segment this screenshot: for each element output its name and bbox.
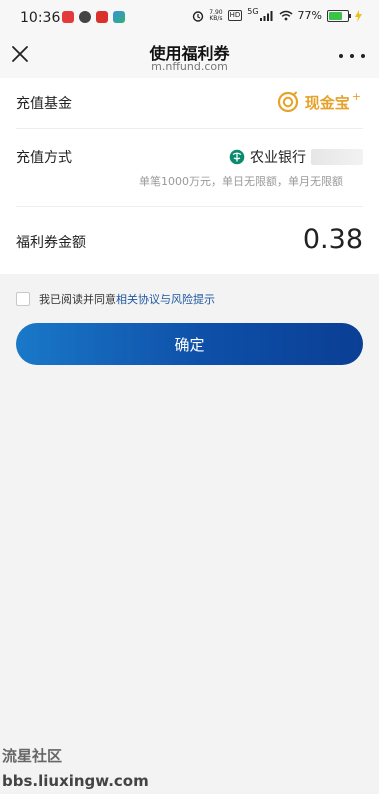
net-speed: 7.90 KB/s bbox=[209, 9, 223, 22]
watermark-url: bbs.liuxingw.com bbox=[2, 772, 149, 790]
notification-icons bbox=[62, 11, 125, 23]
coupon-amount: 0.38 bbox=[302, 224, 363, 255]
agreement-prefix: 我已阅读并同意 bbox=[39, 293, 116, 306]
divider bbox=[16, 206, 363, 207]
divider bbox=[16, 128, 363, 129]
wechat-icon bbox=[79, 11, 91, 23]
status-time: 10:36 bbox=[20, 10, 61, 26]
agreement-checkbox[interactable] bbox=[16, 292, 30, 306]
signal-icon bbox=[259, 11, 273, 21]
status-right: 7.90 KB/s HD 5G 77% bbox=[192, 7, 363, 22]
recharge-form-card: 充值基金 现金宝 + 充值方式 农业银行 单笔1000万元，单日无限额，单月无限… bbox=[0, 78, 379, 274]
abc-bank-icon bbox=[229, 149, 245, 165]
fund-label: 充值基金 bbox=[16, 96, 72, 112]
status-bar: 10:36 7.90 KB/s HD 5G 77% bbox=[0, 0, 379, 36]
hd-badge: HD bbox=[227, 10, 243, 21]
watermark-title: 流星社区 bbox=[2, 747, 63, 765]
fund-selector[interactable]: 现金宝 + bbox=[277, 89, 361, 113]
gallery-icon bbox=[113, 11, 125, 23]
page-url: m.nffund.com bbox=[151, 60, 228, 73]
battery-icon bbox=[327, 9, 351, 22]
agreement-row: 我已阅读并同意相关协议与风险提示 bbox=[16, 291, 215, 307]
net-speed-unit: KB/s bbox=[209, 14, 223, 22]
agreement-text: 我已阅读并同意相关协议与风险提示 bbox=[39, 291, 215, 307]
app-icon-red bbox=[62, 11, 74, 23]
fund-name: 现金宝 bbox=[304, 93, 350, 112]
more-dot bbox=[350, 54, 354, 58]
alarm-icon bbox=[193, 10, 204, 22]
payment-method-selector[interactable]: 农业银行 bbox=[229, 147, 363, 167]
more-dot bbox=[361, 54, 365, 58]
nav-bar: 使用福利券 m.nffund.com bbox=[0, 36, 379, 78]
bank-name: 农业银行 bbox=[250, 150, 306, 166]
amount-label: 福利券金额 bbox=[16, 235, 86, 251]
method-label: 充值方式 bbox=[16, 150, 72, 166]
more-dot bbox=[339, 54, 343, 58]
bank-limit: 单笔1000万元，单日无限额，单月无限额 bbox=[139, 175, 343, 188]
cash-treasure-icon bbox=[277, 91, 298, 113]
battery-level bbox=[329, 11, 343, 20]
bank-card-number-masked bbox=[311, 149, 363, 165]
confirm-button[interactable]: 确定 bbox=[16, 323, 363, 365]
confirm-button-label: 确定 bbox=[174, 335, 205, 354]
app-icon-red2 bbox=[96, 11, 108, 23]
charging-icon bbox=[355, 9, 362, 22]
more-icon[interactable] bbox=[339, 46, 365, 66]
wifi-icon bbox=[279, 10, 293, 21]
battery-percent: 77% bbox=[297, 9, 322, 22]
fund-plus-mark: + bbox=[351, 89, 361, 103]
signal-type: 5G bbox=[247, 7, 259, 16]
agreement-link[interactable]: 相关协议与风险提示 bbox=[116, 293, 215, 306]
